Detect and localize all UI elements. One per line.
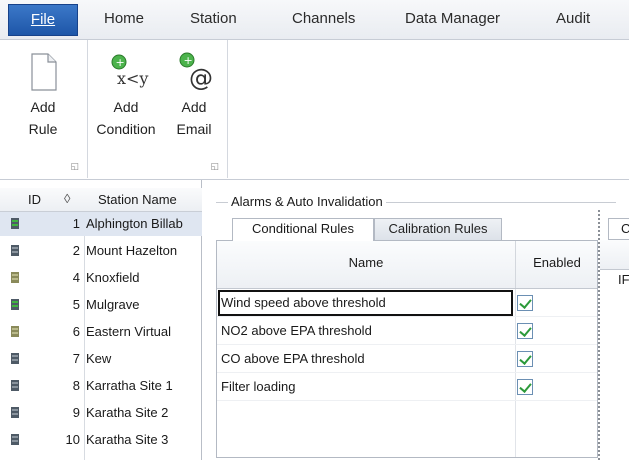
- green-station-icon: [10, 298, 20, 311]
- station-row[interactable]: 7 Kew: [0, 347, 202, 371]
- station-row[interactable]: 10 Karatha Site 3: [0, 428, 202, 452]
- virtual-station-icon: [10, 271, 20, 284]
- add-email-icon: + @: [177, 50, 213, 94]
- rule-name[interactable]: CO above EPA threshold: [221, 351, 365, 366]
- add-email-button[interactable]: + @ Add Email: [166, 50, 222, 140]
- station-row[interactable]: 1 Alphington Billab: [0, 212, 202, 236]
- station-row[interactable]: 5 Mulgrave: [0, 293, 202, 317]
- station-icon: [10, 433, 20, 446]
- station-name: Mulgrave: [86, 297, 140, 312]
- station-row[interactable]: 9 Karatha Site 2: [0, 401, 202, 425]
- station-icon: [10, 352, 20, 365]
- station-id: 5: [72, 297, 80, 312]
- group-launcher-icon[interactable]: ◱: [210, 161, 219, 172]
- station-icon: [10, 406, 20, 419]
- secondary-grid-header: [600, 240, 629, 270]
- enabled-checkbox[interactable]: [517, 295, 533, 311]
- station-name: Eastern Virtual: [86, 324, 172, 339]
- station-id: 7: [72, 351, 80, 366]
- add-email-label: Add Email: [176, 99, 212, 137]
- tab-home[interactable]: Home: [104, 10, 144, 32]
- station-icon: [10, 244, 20, 257]
- enabled-checkbox[interactable]: [517, 351, 533, 367]
- tab-data-manager[interactable]: Data Manager: [405, 10, 500, 32]
- add-rule-button[interactable]: Add Rule: [8, 50, 78, 140]
- column-header-name[interactable]: Name: [217, 255, 515, 270]
- station-row[interactable]: 2 Mount Hazelton: [0, 239, 202, 263]
- virtual-station-icon: [10, 325, 20, 338]
- station-id: 10: [65, 432, 80, 447]
- ribbon-group-rule: Add Rule ◱: [0, 40, 88, 178]
- email-glyph: @: [189, 64, 213, 92]
- column-divider: [515, 241, 516, 288]
- station-id: 8: [72, 378, 80, 393]
- station-name: Kew: [86, 351, 112, 366]
- rule-row[interactable]: CO above EPA threshold: [217, 345, 597, 373]
- rule-name[interactable]: Wind speed above threshold: [221, 295, 386, 310]
- station-name: Alphington Billab: [86, 216, 183, 231]
- station-row[interactable]: 8 Karratha Site 1: [0, 374, 202, 398]
- file-tab[interactable]: File: [8, 4, 78, 36]
- station-table-header: ID ◊ Station Name: [0, 188, 202, 212]
- rule-row[interactable]: Filter loading: [217, 373, 597, 401]
- station-icon: [10, 379, 20, 392]
- add-condition-button[interactable]: + x<y Add Condition: [90, 50, 162, 140]
- station-id: 9: [72, 405, 80, 420]
- alarms-panel: Alarms & Auto Invalidation Conditional R…: [202, 180, 629, 460]
- station-row[interactable]: 6 Eastern Virtual: [0, 320, 202, 344]
- station-row[interactable]: 4 Knoxfield: [0, 266, 202, 290]
- station-id: 6: [72, 324, 80, 339]
- column-header-id[interactable]: ID: [28, 192, 41, 207]
- condition-glyph: x<y: [117, 69, 148, 88]
- add-condition-icon: + x<y: [109, 50, 148, 94]
- ribbon-tab-strip: File Home Station Channels Data Manager …: [0, 0, 629, 40]
- enabled-checkbox[interactable]: [517, 379, 533, 395]
- rule-name[interactable]: Filter loading: [221, 379, 295, 394]
- add-rule-label: Add Rule: [28, 99, 58, 137]
- rules-grid: Name Enabled Wind speed above threshold N…: [216, 240, 598, 458]
- tab-calibration-rules[interactable]: Calibration Rules: [374, 218, 502, 240]
- station-name: Karatha Site 3: [86, 432, 169, 447]
- column-header-station-name[interactable]: Station Name: [98, 192, 177, 207]
- document-icon: [26, 50, 60, 94]
- alarms-group-title: Alarms & Auto Invalidation: [228, 194, 386, 209]
- rule-row[interactable]: Wind speed above threshold: [217, 289, 597, 317]
- station-name: Karatha Site 2: [86, 405, 169, 420]
- ribbon: Add Rule ◱ + x<y Add Condition + @ Add E…: [0, 40, 629, 180]
- secondary-tab[interactable]: C: [608, 218, 629, 240]
- tab-channels[interactable]: Channels: [292, 10, 355, 32]
- station-name: Mount Hazelton: [86, 243, 178, 258]
- secondary-pane: C IF: [598, 210, 629, 460]
- station-id: 4: [72, 270, 80, 285]
- column-header-enabled[interactable]: Enabled: [517, 255, 597, 270]
- enabled-checkbox[interactable]: [517, 323, 533, 339]
- svg-text:+: +: [116, 56, 125, 69]
- station-name: Karratha Site 1: [86, 378, 173, 393]
- station-id: 2: [72, 243, 80, 258]
- station-list: ID ◊ Station Name 1 Alphington Billab 2 Mou…: [0, 180, 202, 460]
- rule-name[interactable]: NO2 above EPA threshold: [221, 323, 372, 338]
- tab-audit[interactable]: Audit: [556, 10, 590, 32]
- group-launcher-icon[interactable]: ◱: [70, 161, 79, 172]
- station-name: Knoxfield: [86, 270, 140, 285]
- tab-station[interactable]: Station: [190, 10, 237, 32]
- rule-row[interactable]: NO2 above EPA threshold: [217, 317, 597, 345]
- add-condition-label: Add Condition: [96, 99, 156, 137]
- rules-grid-header: Name Enabled: [217, 241, 597, 289]
- secondary-cell: IF: [618, 272, 629, 287]
- tab-conditional-rules[interactable]: Conditional Rules: [232, 218, 374, 241]
- sort-icon[interactable]: ◊: [64, 191, 70, 206]
- ribbon-group-condition: + x<y Add Condition + @ Add Email ◱: [88, 40, 228, 178]
- station-id: 1: [72, 216, 80, 231]
- green-station-icon: [10, 217, 20, 230]
